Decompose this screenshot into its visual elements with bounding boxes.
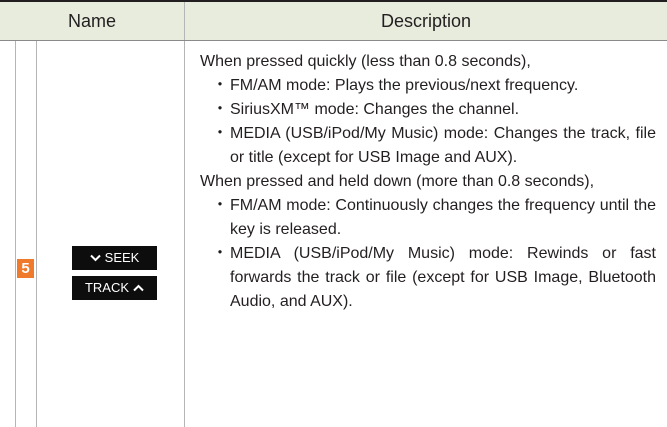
seek-key-image: SEEK [72,246,157,270]
bullet: ・ [212,125,229,142]
bullet: ・ [212,245,229,262]
column-divider [15,41,16,427]
column-divider [184,41,185,427]
list-item: ・ MEDIA (USB/iPod/My Music) mode: Rewinds… [212,242,656,314]
bullet: ・ [212,197,229,214]
track-key-image: TRACK [72,276,157,300]
held-press-intro: When pressed and held down (more than 0.… [200,173,595,190]
list-item: ・ SiriusXM™ mode: Changes the channel. [212,98,656,122]
track-key-label: TRACK [84,280,130,295]
bullet: ・ [212,101,229,118]
chevron-down-icon [89,254,101,262]
function-table: Name Description 5 SEEK TRACK When press… [0,0,667,427]
column-divider [36,41,37,427]
list-item: ・ FM/AM mode: Plays the previous/next fre… [212,74,656,98]
header-divider [184,2,185,40]
description-cell: When pressed quickly (less than 0.8 seco… [200,50,656,314]
item-number-badge: 5 [17,259,34,278]
quick-press-intro: When pressed quickly (less than 0.8 seco… [200,53,531,70]
list-item: ・ FM/AM mode: Continuously changes the fr… [212,194,656,242]
header-rule [0,40,667,41]
chevron-up-icon [133,284,144,292]
bullet: ・ [212,77,229,94]
header-description: Description [380,11,472,31]
seek-key-label: SEEK [104,250,140,265]
list-item: ・ MEDIA (USB/iPod/My Music) mode: Changes… [212,122,656,170]
header-name: Name [67,11,116,31]
